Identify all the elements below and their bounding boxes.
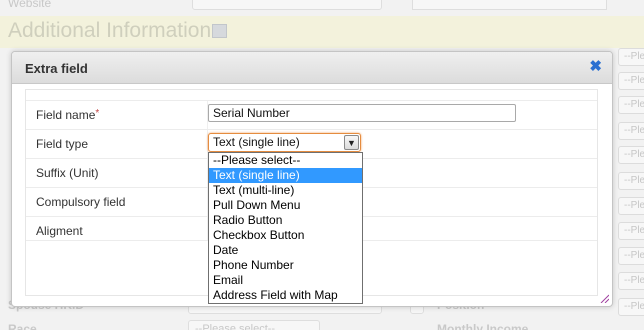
right-select-8[interactable]: --Please select-- <box>618 222 644 240</box>
section-title: Additional Information <box>8 19 212 42</box>
website-label: Website <box>8 0 52 10</box>
right-select-9[interactable]: --Please select-- <box>618 247 644 265</box>
race-label: Race <box>8 322 37 330</box>
chevron-down-icon[interactable]: ▼ <box>344 135 359 150</box>
field-type-select[interactable]: Text (single line) ▼ <box>208 133 361 152</box>
right-select-4[interactable]: --Please select-- <box>618 122 644 140</box>
right-select-6[interactable]: --Please select-- <box>618 172 644 190</box>
right-select-1[interactable]: --Please select-- <box>618 48 644 66</box>
field-name-label: Field name* <box>36 108 100 122</box>
website-input[interactable] <box>192 0 382 10</box>
field-type-dropdown: --Please select-- Text (single line) Tex… <box>208 152 363 304</box>
suffix-label: Suffix (Unit) <box>36 166 99 180</box>
top-right-input[interactable] <box>412 0 607 10</box>
section-header: Additional Information <box>0 16 644 48</box>
close-icon[interactable]: ✖ <box>589 59 602 74</box>
dropdown-option[interactable]: Checkbox Button <box>209 228 362 243</box>
right-select-5[interactable]: --Please select-- <box>618 146 644 164</box>
compulsory-label: Compulsory field <box>36 195 126 209</box>
dropdown-option[interactable]: Radio Button <box>209 213 362 228</box>
right-select-3[interactable]: --Please select-- <box>618 96 644 114</box>
resize-grip-icon[interactable] <box>599 293 609 303</box>
dropdown-option-selected[interactable]: Text (single line) <box>209 168 362 183</box>
dialog-title: Extra field <box>25 61 88 76</box>
right-select-10[interactable]: --Please select-- <box>618 272 644 290</box>
right-select-2[interactable]: --Please select-- <box>618 72 644 90</box>
dropdown-option[interactable]: Pull Down Menu <box>209 198 362 213</box>
field-name-input[interactable] <box>208 104 516 122</box>
dropdown-option[interactable]: Text (multi-line) <box>209 183 362 198</box>
dropdown-option[interactable]: --Please select-- <box>209 153 362 168</box>
right-select-11[interactable]: --Please select-- <box>618 298 644 316</box>
right-select-7[interactable]: --Please select-- <box>618 197 644 215</box>
field-type-label: Field type <box>36 137 89 151</box>
alignment-label: Aligment <box>36 224 83 238</box>
edit-icon[interactable] <box>212 24 227 38</box>
dropdown-option[interactable]: Address Field with Map <box>209 288 362 303</box>
required-mark: * <box>95 108 100 119</box>
dialog-header[interactable]: Extra field ✖ <box>12 52 612 84</box>
monthly-income-label: Monthly Income <box>437 322 529 330</box>
dropdown-option[interactable]: Email <box>209 273 362 288</box>
field-type-value: Text (single line) <box>213 135 300 149</box>
race-select[interactable]: --Please select-- <box>188 320 320 330</box>
dropdown-option[interactable]: Phone Number <box>209 258 362 273</box>
dropdown-option[interactable]: Date <box>209 243 362 258</box>
